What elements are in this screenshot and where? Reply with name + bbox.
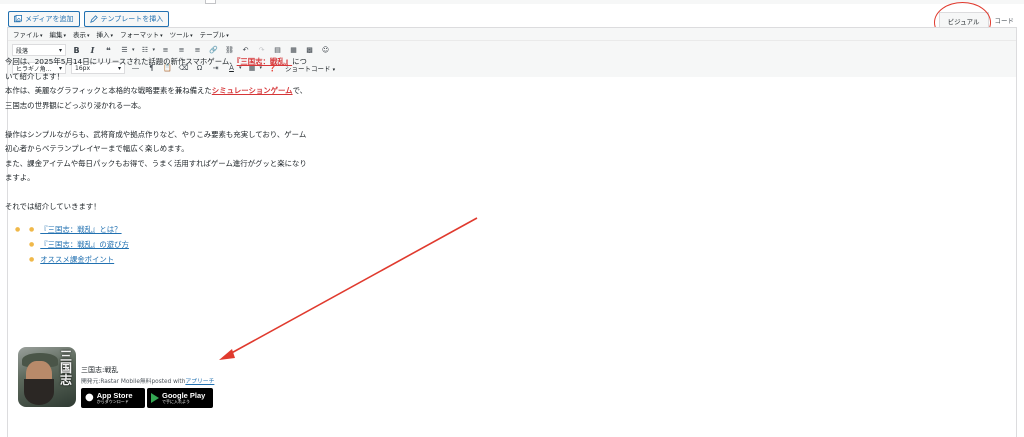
menu-table[interactable]: テーブル▾: [200, 29, 229, 39]
toc-link[interactable]: 『三国志：戦乱』の遊び方: [40, 238, 129, 253]
genre-link[interactable]: シミュレーションゲーム: [212, 86, 293, 95]
paragraph: 三国志の世界観にどっぷり浸かれる一本。: [5, 100, 146, 110]
chevron-down-icon[interactable]: ▾: [132, 47, 135, 53]
media-buttons: メディアを追加 テンプレートを挿入: [8, 11, 170, 27]
menu-tools[interactable]: ツール▾: [170, 29, 193, 39]
app-developer: 開発元:Rastar Mobile無料posted withアプリーチ: [81, 379, 215, 385]
chevron-down-icon: ▾: [190, 33, 193, 39]
menu-view[interactable]: 表示▾: [73, 29, 90, 39]
paragraph: それでは紹介していきます！: [5, 202, 101, 211]
paragraph: 操作はシンプルながらも、武将育成や拠点作りなど、やりこみ要素も充実しており、ゲー…: [5, 129, 307, 139]
insert-template-label: テンプレートを挿入: [100, 15, 164, 23]
add-media-label: メディアを追加: [25, 15, 74, 23]
list-item: ● オススメ課金ポイント: [15, 253, 355, 268]
toc-link[interactable]: オススメ課金ポイント: [40, 253, 114, 268]
bullet-icon: ●: [15, 225, 21, 233]
paragraph: 今回は、2025年5月14日にリリースされた話題の新作スマホゲーム、『三国志：戦…: [5, 57, 307, 66]
menu-insert[interactable]: 挿入▾: [97, 29, 114, 39]
editor-content[interactable]: 今回は、2025年5月14日にリリースされた話題の新作スマホゲーム、『三国志：戦…: [5, 55, 355, 268]
bullet-icon: ●: [29, 225, 35, 233]
chevron-down-icon: ▾: [40, 33, 43, 39]
app-info: 三国志:戦乱 開発元:Rastar Mobile無料posted withアプリ…: [81, 347, 214, 408]
app-name: 三国志:戦乱: [81, 366, 119, 374]
chevron-down-icon: ▾: [226, 33, 229, 39]
menu-file[interactable]: ファイル▾: [13, 29, 43, 39]
pencil-icon: [89, 15, 98, 23]
app-store-badge[interactable]: ● App Store からダウンロード: [81, 388, 145, 408]
paragraph: 本作は、美麗なグラフィックと本格的な戦略要素を兼ね備えたシミュレーションゲームで…: [5, 86, 308, 95]
top-edge: [0, 0, 1024, 4]
chevron-down-icon: ▾: [87, 33, 90, 39]
menu-edit[interactable]: 編集▾: [50, 29, 67, 39]
bullet-icon: ●: [29, 255, 35, 263]
media-icon: [14, 15, 22, 23]
apple-icon: ●: [85, 392, 94, 403]
chevron-down-icon: ▾: [58, 46, 62, 54]
appreach-link[interactable]: アプリーチ: [185, 379, 214, 385]
google-play-badge[interactable]: Google Play で手に入れよう: [147, 388, 213, 408]
list-item: ● 『三国志：戦乱』の遊び方: [15, 238, 355, 253]
paragraph: ますよ。: [5, 173, 35, 182]
app-icon-logo: 三国志: [59, 349, 72, 387]
chevron-down-icon: ▾: [110, 33, 114, 39]
app-icon[interactable]: 三国志: [18, 347, 76, 407]
paragraph: 初心者からベテランプレイヤーまで幅広く楽しめます。: [5, 144, 189, 153]
scroll-handle[interactable]: [205, 0, 216, 4]
add-media-button[interactable]: メディアを追加: [8, 11, 80, 27]
paragraph: いて紹介します！: [5, 71, 64, 81]
game-title-link[interactable]: 『三国志：戦乱』: [237, 57, 292, 66]
editor-menubar: ファイル▾ 編集▾ 表示▾ 挿入▾ フォーマット▾ ツール▾ テーブル▾: [8, 28, 1016, 41]
insert-template-button[interactable]: テンプレートを挿入: [83, 11, 170, 27]
google-play-icon: [151, 393, 159, 403]
store-badges: ● App Store からダウンロード Google Play で手に入れよう: [81, 388, 214, 408]
chevron-down-icon[interactable]: ▾: [153, 47, 156, 53]
list-item: ● ● 『三国志：戦乱』とは？: [15, 223, 355, 238]
table-of-contents: ● ● 『三国志：戦乱』とは？ ● 『三国志：戦乱』の遊び方 ● オススメ課金ポイント: [5, 223, 355, 268]
chevron-down-icon: ▾: [160, 33, 163, 39]
chevron-down-icon: ▾: [63, 33, 67, 39]
menu-format[interactable]: フォーマット▾: [120, 29, 163, 39]
bullet-icon: ●: [29, 240, 35, 248]
toc-link[interactable]: 『三国志：戦乱』とは？: [40, 223, 121, 238]
app-card: 三国志 三国志:戦乱 開発元:Rastar Mobile無料posted wit…: [18, 347, 214, 408]
paragraph: また、課金アイテムや毎日パックもお得で、うまく活用すればゲーム進行がグッと楽にな…: [5, 158, 307, 168]
beard-shape: [24, 379, 54, 405]
